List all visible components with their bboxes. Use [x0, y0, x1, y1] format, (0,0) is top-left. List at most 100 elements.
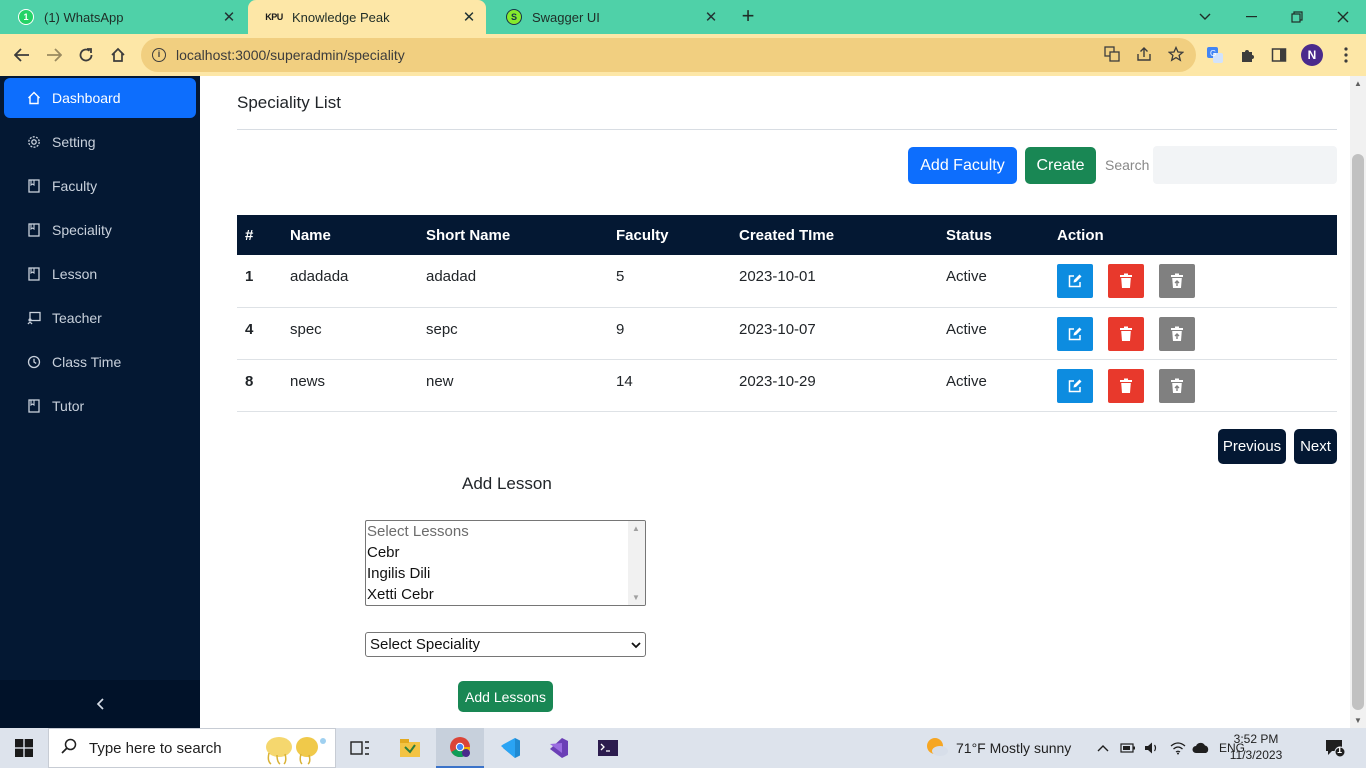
sidebar-collapse-button[interactable]: [0, 680, 200, 728]
sidebar: Dashboard Setting Faculty Speciality Les…: [0, 76, 200, 728]
listbox-scrollbar[interactable]: ▲ ▼: [628, 521, 645, 605]
archive-icon: [1171, 273, 1183, 288]
edit-button[interactable]: [1057, 264, 1093, 298]
terminal-app-icon[interactable]: [584, 728, 632, 768]
puzzle-extensions-icon[interactable]: [1235, 43, 1259, 67]
list-item[interactable]: Cebr: [366, 542, 645, 563]
taskbar-search-box[interactable]: Type here to search: [48, 728, 336, 768]
wifi-icon[interactable]: [1170, 728, 1186, 768]
battery-icon[interactable]: [1120, 728, 1136, 768]
edit-button[interactable]: [1057, 368, 1093, 403]
list-item[interactable]: Ingilis Dili: [366, 563, 645, 584]
windows-start-icon[interactable]: [0, 728, 48, 768]
close-icon[interactable]: ✕: [700, 8, 722, 26]
add-faculty-button[interactable]: Add Faculty: [908, 147, 1017, 184]
delete-button[interactable]: [1108, 368, 1144, 403]
bookmark-icon: [26, 399, 42, 413]
sidebar-item-class-time[interactable]: Class Time: [4, 342, 196, 382]
chrome-app-icon[interactable]: [436, 728, 484, 768]
archive-button[interactable]: [1159, 368, 1195, 403]
restore-icon[interactable]: [1274, 0, 1320, 34]
tab-knowledge-peak[interactable]: KPU Knowledge Peak ✕: [248, 0, 486, 34]
column-header-created-time: Created TIme: [739, 226, 835, 244]
archive-button[interactable]: [1159, 264, 1195, 298]
add-lessons-button[interactable]: Add Lessons: [458, 681, 553, 712]
edit-button[interactable]: [1057, 316, 1093, 351]
speciality-select-value: Select Speciality: [370, 636, 481, 653]
scroll-down-icon[interactable]: ▼: [632, 593, 640, 602]
task-view-icon[interactable]: [336, 728, 384, 768]
create-button[interactable]: Create: [1025, 147, 1096, 184]
translate-icon[interactable]: [1103, 46, 1121, 64]
tab-search-chevron-icon[interactable]: [1182, 0, 1228, 34]
sidebar-item-speciality[interactable]: Speciality: [4, 210, 196, 250]
column-header-id: #: [245, 226, 254, 244]
speciality-select[interactable]: Select Speciality: [365, 632, 646, 657]
sidebar-item-label: Tutor: [52, 398, 85, 414]
kpu-logo: KPU: [265, 12, 283, 22]
bookmark-star-icon[interactable]: [1167, 45, 1185, 64]
sidebar-item-setting[interactable]: Setting: [4, 122, 196, 162]
tab-whatsapp[interactable]: 1 (1) WhatsApp ✕: [0, 0, 246, 34]
onedrive-cloud-icon[interactable]: [1192, 728, 1210, 768]
previous-page-button[interactable]: Previous: [1218, 429, 1286, 464]
side-panel-icon[interactable]: [1267, 43, 1291, 67]
sidebar-item-label: Dashboard: [52, 90, 121, 106]
close-icon[interactable]: ✕: [458, 8, 480, 26]
address-bar[interactable]: i localhost:3000/superadmin/speciality: [141, 38, 1196, 72]
weather-widget[interactable]: 71°F Mostly sunny: [925, 728, 1071, 768]
notification-center-icon[interactable]: 1: [1325, 728, 1345, 768]
vscode-app-icon[interactable]: [486, 728, 534, 768]
sidebar-item-faculty[interactable]: Faculty: [4, 166, 196, 206]
file-explorer-app-icon[interactable]: [386, 728, 434, 768]
lessons-multiselect[interactable]: Select Lessons Cebr Ingilis Dili Xetti C…: [365, 520, 646, 606]
partly-sunny-icon: [925, 736, 949, 761]
page-scrollbar[interactable]: ▲ ▼: [1350, 76, 1366, 728]
minimize-icon[interactable]: [1228, 0, 1274, 34]
scroll-up-icon[interactable]: ▲: [1354, 79, 1362, 88]
sidebar-item-dashboard[interactable]: Dashboard: [4, 78, 196, 118]
sidebar-item-label: Faculty: [52, 178, 98, 194]
kebab-menu-icon[interactable]: [1334, 43, 1358, 67]
edit-icon: [1068, 274, 1082, 288]
google-translate-extension-icon[interactable]: G: [1203, 43, 1227, 67]
list-item[interactable]: Select Lessons: [366, 521, 645, 542]
delete-button[interactable]: [1108, 316, 1144, 351]
taskbar: Type here to search 71°F Mostly sunny EN…: [0, 728, 1366, 768]
chevron-down-icon: [631, 636, 641, 653]
back-arrow-icon[interactable]: [7, 40, 37, 70]
next-page-button[interactable]: Next: [1294, 429, 1337, 464]
search-input[interactable]: [1153, 146, 1337, 184]
close-icon[interactable]: ✕: [218, 8, 240, 26]
cell-created-time: 2023-10-29: [731, 359, 938, 412]
chalkboard-icon: [26, 311, 42, 325]
visual-studio-app-icon[interactable]: [534, 728, 582, 768]
scrollbar-thumb[interactable]: [1352, 154, 1364, 710]
column-header-action: Action: [1057, 226, 1104, 244]
forward-arrow-icon[interactable]: [39, 40, 69, 70]
scroll-up-icon[interactable]: ▲: [632, 524, 640, 533]
site-info-icon[interactable]: i: [152, 48, 166, 62]
taskbar-clock[interactable]: 3:52 PM 11/3/2023: [1228, 731, 1284, 763]
archive-icon: [1171, 378, 1183, 393]
new-tab-icon[interactable]: +: [736, 4, 760, 30]
profile-avatar[interactable]: N: [1301, 44, 1323, 66]
sidebar-item-tutor[interactable]: Tutor: [4, 386, 196, 426]
main-content: Speciality List Add Faculty Create Searc…: [200, 76, 1350, 728]
tab-swagger[interactable]: S Swagger UI ✕: [488, 0, 728, 34]
close-window-icon[interactable]: [1320, 0, 1366, 34]
sidebar-item-lesson[interactable]: Lesson: [4, 254, 196, 294]
sidebar-item-teacher[interactable]: Teacher: [4, 298, 196, 338]
trash-icon: [1120, 273, 1132, 288]
list-item[interactable]: Xetti Cebr: [366, 584, 645, 605]
archive-button[interactable]: [1159, 316, 1195, 351]
delete-button[interactable]: [1108, 264, 1144, 298]
show-hidden-icons-chevron-icon[interactable]: [1097, 728, 1109, 768]
home-icon[interactable]: [103, 40, 133, 70]
reload-icon[interactable]: [71, 40, 101, 70]
share-icon[interactable]: [1135, 46, 1153, 64]
sidebar-item-label: Lesson: [52, 266, 98, 282]
add-lesson-heading: Add Lesson: [462, 474, 552, 493]
scroll-down-icon[interactable]: ▼: [1354, 716, 1362, 725]
volume-icon[interactable]: [1144, 728, 1160, 768]
